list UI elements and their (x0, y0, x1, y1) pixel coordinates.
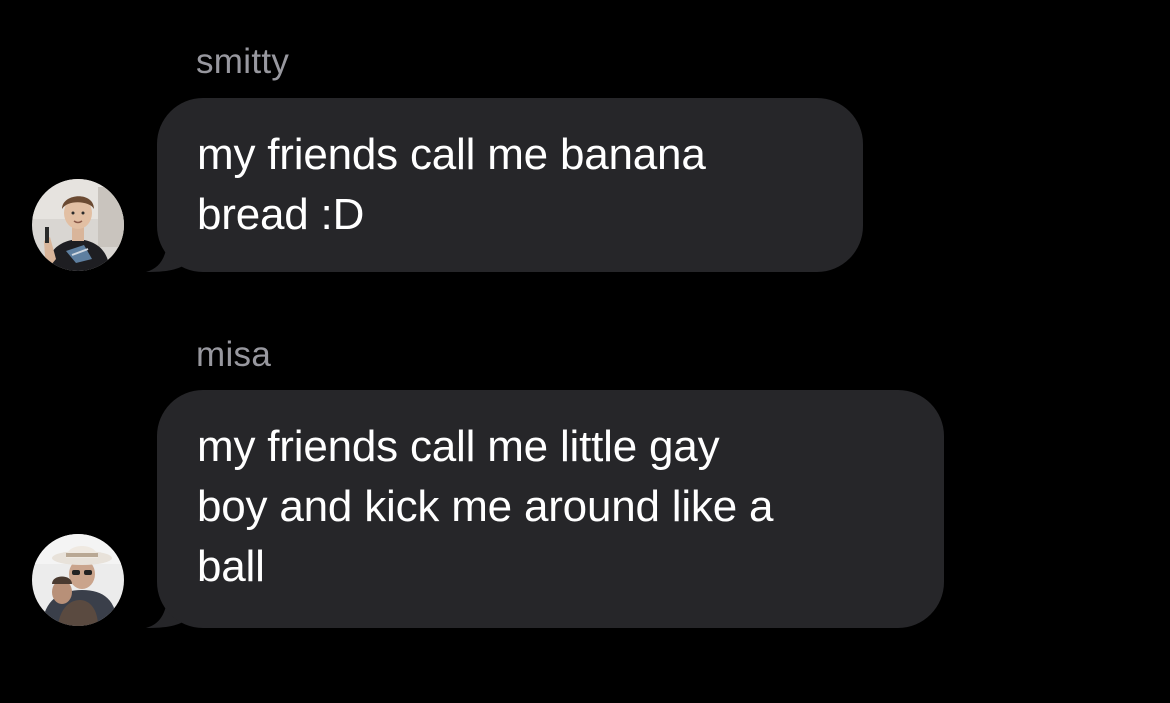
message-text: my friends call me little gay boy and ki… (197, 422, 774, 591)
sender-name-smitty: smitty (196, 42, 290, 81)
sender-name-misa: misa (196, 335, 272, 374)
message-bubble[interactable]: my friends call me little gay boy and ki… (157, 390, 944, 628)
message-text: my friends call me banana bread :D (197, 130, 706, 239)
avatar[interactable] (32, 534, 124, 626)
profile-photo-misa-icon (32, 534, 124, 626)
profile-photo-smitty-icon (32, 179, 124, 271)
avatar[interactable] (32, 179, 124, 271)
message-bubble[interactable]: my friends call me banana bread :D (157, 98, 863, 272)
